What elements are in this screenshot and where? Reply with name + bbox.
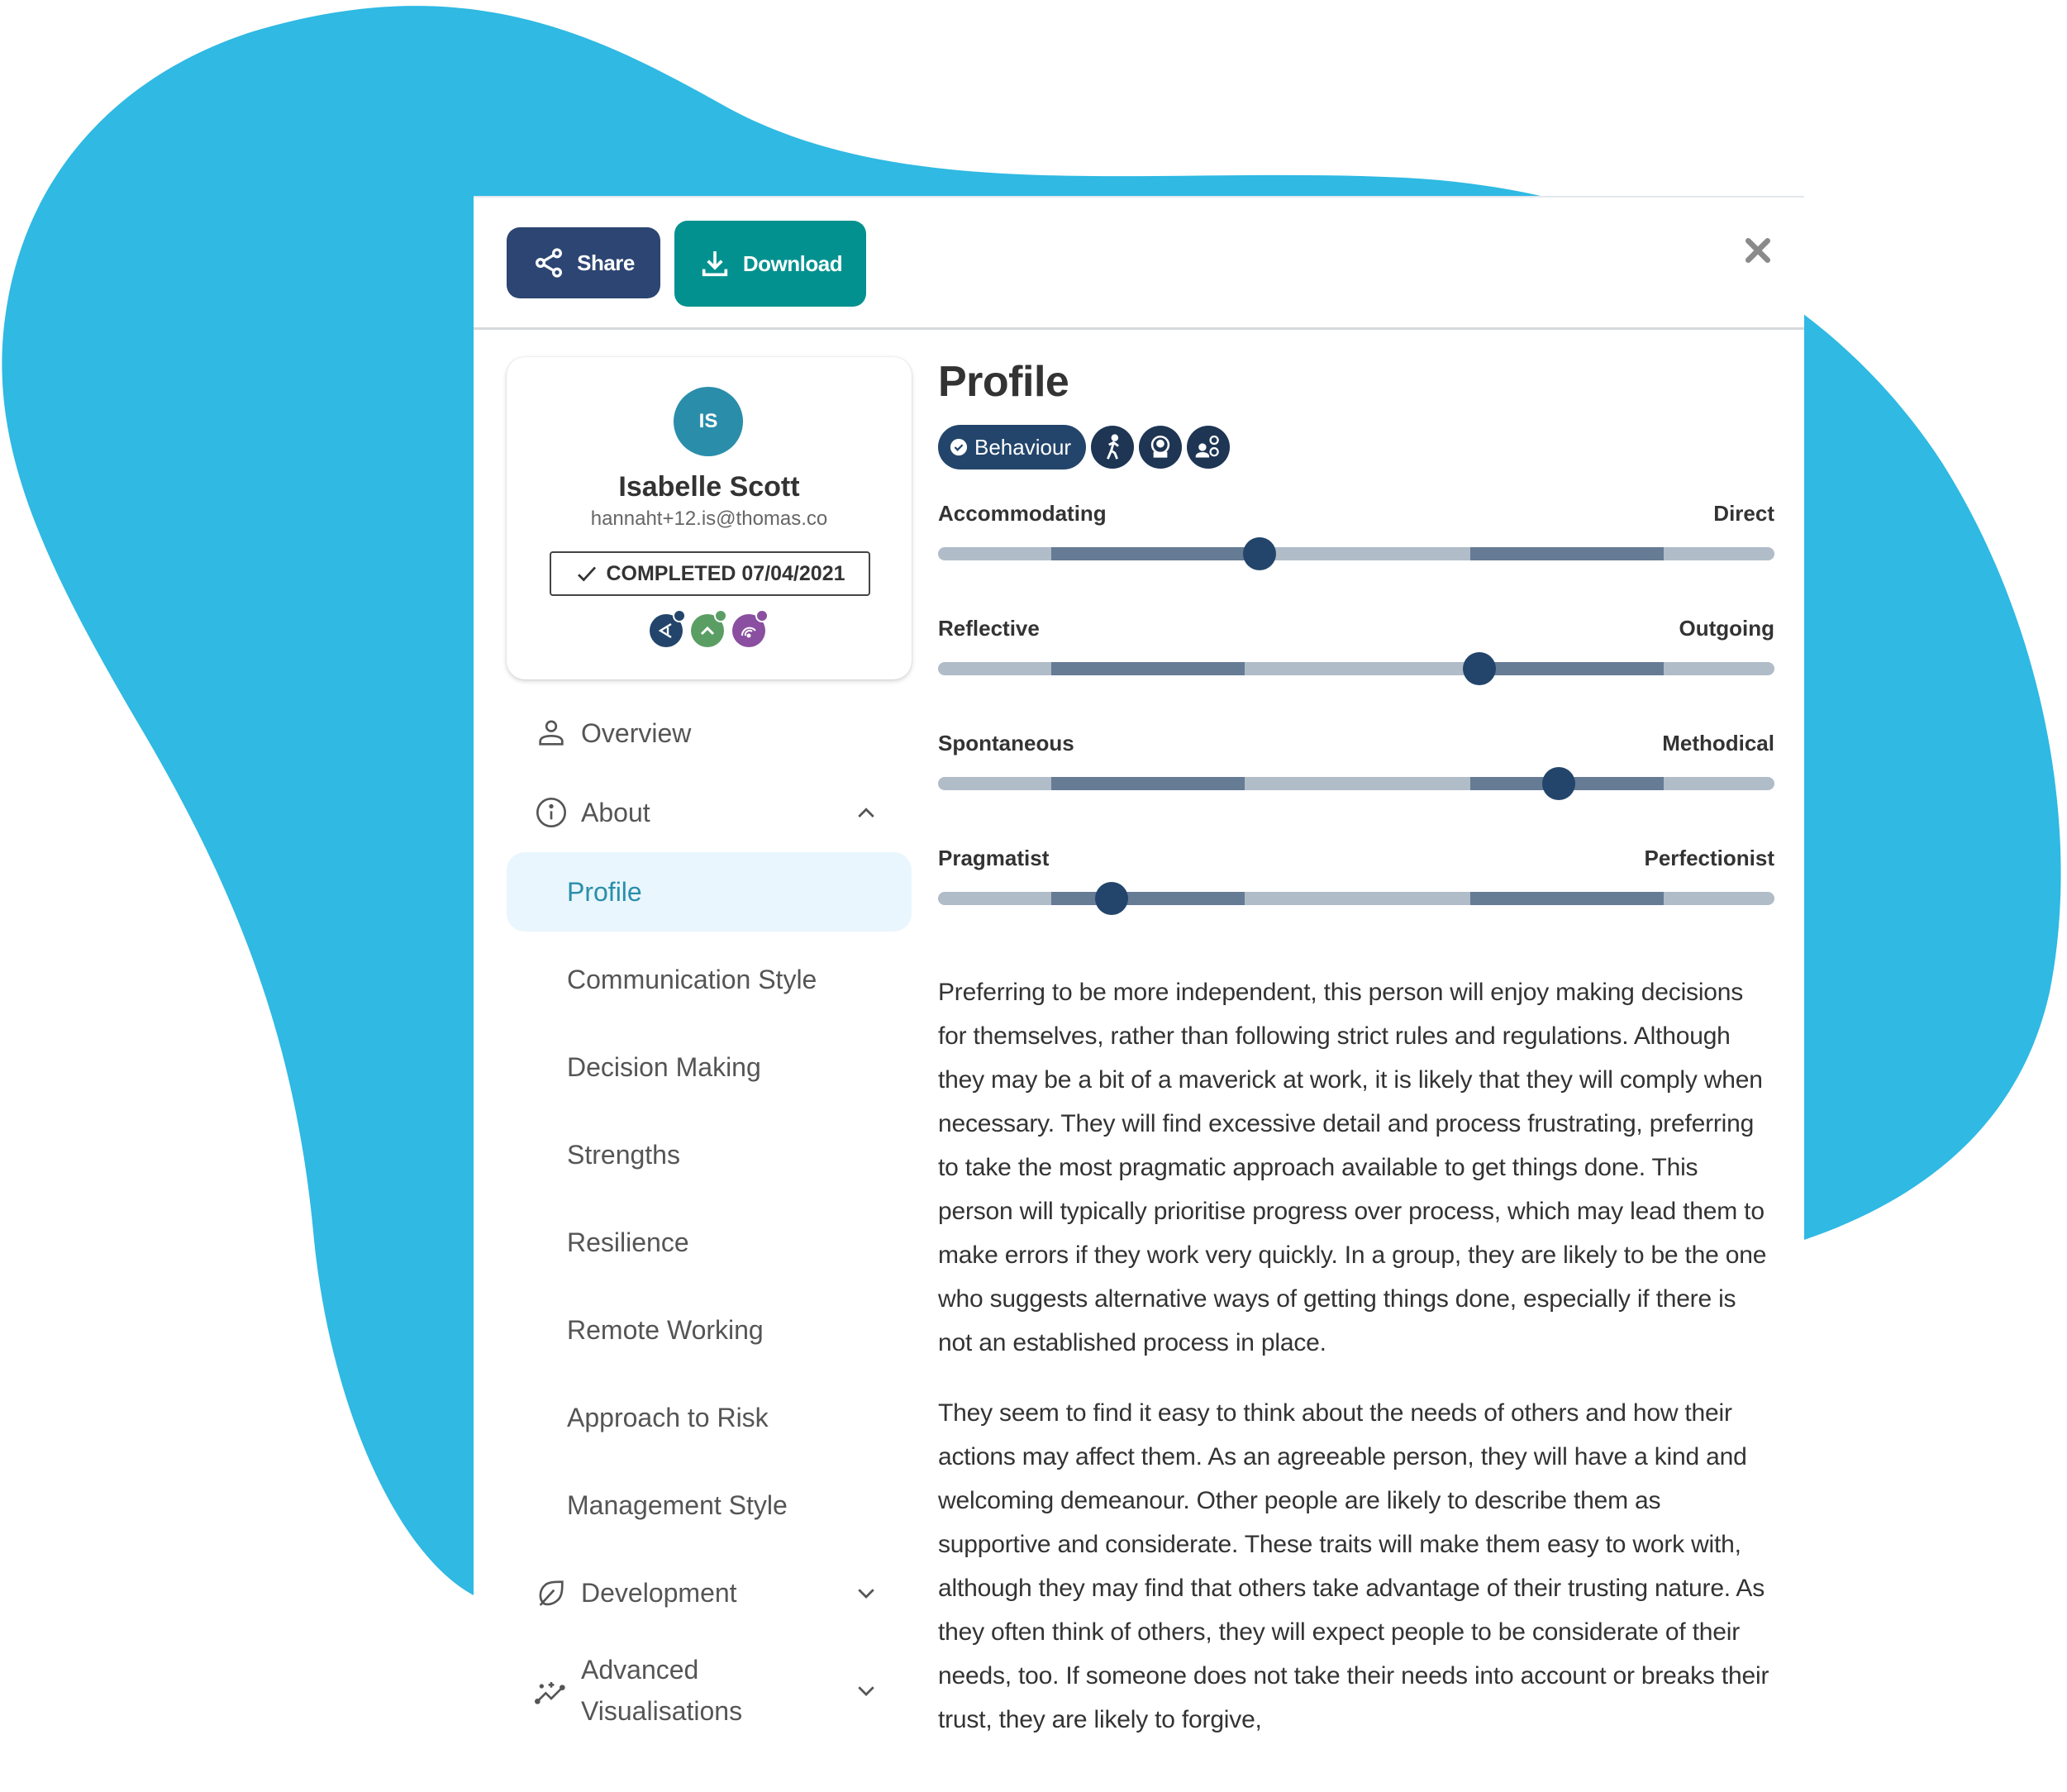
assessment-tags: Behaviour bbox=[938, 425, 1774, 469]
scale-left-label: Accommodating bbox=[938, 501, 1107, 526]
behaviour-scales: Accommodating Direct Reflective Outgoing Spo… bbox=[938, 501, 1774, 960]
scale-thumb[interactable] bbox=[1462, 652, 1496, 685]
person-badge-icon[interactable] bbox=[1139, 426, 1183, 469]
scale-right-label: Methodical bbox=[1662, 731, 1774, 755]
check-icon bbox=[578, 566, 597, 582]
chevron-down-icon[interactable] bbox=[854, 1580, 879, 1605]
scale-band bbox=[1469, 662, 1665, 675]
share-label: Share bbox=[577, 250, 635, 275]
sidebar-item-development[interactable]: Development bbox=[507, 1553, 912, 1632]
close-icon[interactable] bbox=[1741, 234, 1774, 267]
scale-row: Reflective Outgoing bbox=[938, 616, 1774, 731]
sidebar-item-decision-making[interactable]: Decision Making bbox=[507, 1027, 912, 1107]
scale-thumb[interactable] bbox=[1541, 767, 1575, 800]
download-icon bbox=[702, 251, 728, 277]
scale-band bbox=[1050, 662, 1245, 675]
sidebar-item-communication-style[interactable]: Communication Style bbox=[507, 940, 912, 1019]
check-circle-icon bbox=[950, 438, 968, 456]
scale-band bbox=[1469, 547, 1665, 560]
scale-track[interactable] bbox=[938, 547, 1774, 560]
behaviour-assessment-icon[interactable] bbox=[650, 609, 686, 647]
scale-row: Spontaneous Methodical bbox=[938, 731, 1774, 846]
sidebar-item-resilience[interactable]: Resilience bbox=[507, 1203, 912, 1282]
report-panel: Share Download IS Isabelle Scott hannaht… bbox=[474, 196, 1804, 1792]
description-paragraph: They seem to find it easy to think about… bbox=[938, 1399, 1769, 1733]
share-icon bbox=[536, 248, 563, 278]
scale-row: Pragmatist Perfectionist bbox=[938, 846, 1774, 960]
profile-card: IS Isabelle Scott hannaht+12.is@thomas.c… bbox=[507, 357, 912, 679]
scale-right-label: Direct bbox=[1713, 501, 1774, 526]
sidebar-item-strengths[interactable]: Strengths bbox=[507, 1115, 912, 1194]
download-button[interactable]: Download bbox=[674, 221, 866, 307]
panel-header: Share Download bbox=[474, 198, 1804, 330]
behaviour-tag-label: Behaviour bbox=[974, 434, 1072, 460]
sidebar-item-overview[interactable]: Overview bbox=[507, 693, 912, 773]
sidebar-item-profile[interactable]: Profile bbox=[507, 852, 912, 932]
user-name: Isabelle Scott bbox=[618, 471, 800, 503]
scale-row: Accommodating Direct bbox=[938, 501, 1774, 616]
chevron-down-icon[interactable] bbox=[854, 1678, 879, 1703]
download-label: Download bbox=[742, 250, 843, 276]
info-icon bbox=[536, 798, 566, 827]
scale-track[interactable] bbox=[938, 892, 1774, 905]
description-paragraph: Preferring to be more independent, this … bbox=[938, 979, 1767, 1356]
people-network-icon[interactable] bbox=[1187, 426, 1231, 469]
leaf-icon bbox=[539, 1580, 564, 1606]
main-content: Profile Behaviour Accommodating Direct Ref… bbox=[938, 357, 1774, 1768]
scale-right-label: Perfectionist bbox=[1644, 846, 1775, 870]
scale-band bbox=[1050, 547, 1245, 560]
sidebar-item-about[interactable]: About bbox=[507, 773, 912, 852]
scale-track[interactable] bbox=[938, 662, 1774, 675]
chevron-up-icon[interactable] bbox=[854, 800, 879, 825]
sidebar-item-advanced-visualisations[interactable]: Advanced Visualisations bbox=[507, 1641, 912, 1740]
behaviour-tag[interactable]: Behaviour bbox=[938, 425, 1087, 469]
scale-band bbox=[1469, 892, 1665, 905]
sidebar-item-approach-to-risk[interactable]: Approach to Risk bbox=[507, 1378, 912, 1457]
sidebar-item-remote-working[interactable]: Remote Working bbox=[507, 1290, 912, 1370]
user-email: hannaht+12.is@thomas.co bbox=[590, 508, 828, 530]
status-text: COMPLETED 07/04/2021 bbox=[606, 561, 845, 585]
scale-left-label: Reflective bbox=[938, 616, 1040, 641]
scale-thumb[interactable] bbox=[1242, 537, 1276, 570]
sidebar-item-management-style[interactable]: Management Style bbox=[507, 1466, 912, 1545]
scale-right-label: Outgoing bbox=[1679, 616, 1774, 641]
scale-left-label: Pragmatist bbox=[938, 846, 1050, 870]
scale-band bbox=[1050, 777, 1245, 790]
chart-sparkle-icon bbox=[535, 1682, 565, 1704]
scale-track[interactable] bbox=[938, 777, 1774, 790]
scale-band bbox=[1050, 892, 1245, 905]
running-person-icon[interactable] bbox=[1091, 426, 1135, 469]
profile-description: Preferring to be more independent, this … bbox=[938, 970, 1774, 1742]
sidebar-nav: Overview About Profile Communication Sty… bbox=[507, 693, 912, 1740]
personality-assessment-icon[interactable] bbox=[732, 609, 769, 647]
aptitude-assessment-icon[interactable] bbox=[691, 609, 727, 647]
status-badge: COMPLETED 07/04/2021 bbox=[550, 551, 870, 596]
avatar: IS bbox=[674, 387, 743, 456]
assessment-icons bbox=[507, 609, 912, 647]
page-title: Profile bbox=[938, 358, 1069, 406]
scale-left-label: Spontaneous bbox=[938, 731, 1074, 755]
user-icon bbox=[539, 720, 564, 746]
share-button[interactable]: Share bbox=[507, 227, 660, 298]
scale-thumb[interactable] bbox=[1095, 882, 1129, 915]
